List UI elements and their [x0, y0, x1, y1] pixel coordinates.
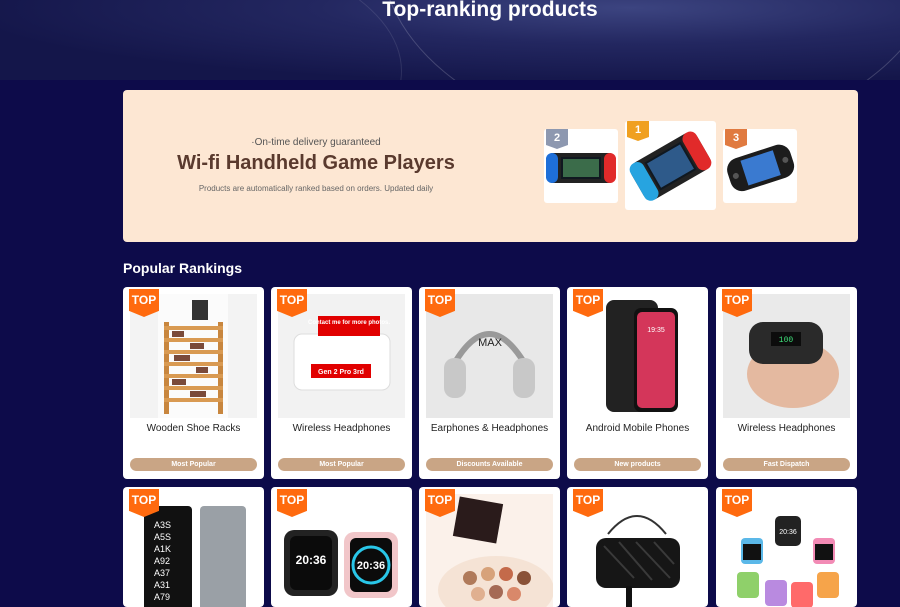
image-caption: A1K	[154, 544, 171, 554]
image-caption: 20:36	[779, 529, 797, 536]
product-name[interactable]: Earphones & Headphones	[419, 423, 560, 434]
image-caption: A79	[154, 592, 170, 602]
image-caption: 100	[779, 336, 794, 345]
product-name[interactable]: Android Mobile Phones	[567, 423, 708, 434]
product-card[interactable]: Contact me for more photos. Gen 2 Pro 3r…	[271, 287, 412, 479]
product-card[interactable]: 100 TOP Wireless Headphones Fast Dispatc…	[716, 287, 857, 479]
image-caption: 19:35	[647, 327, 665, 334]
product-card[interactable]: A3S A5S A1K A92 A37 A31 A79 TOP	[123, 487, 264, 607]
product-card[interactable]: TOP	[567, 487, 708, 607]
image-caption: Contact me for more photos.	[308, 320, 390, 326]
banner-note: Products are automatically ranked based …	[198, 184, 434, 193]
product-tag-pill[interactable]: Discounts Available	[426, 458, 553, 471]
ranked-product-3[interactable]: 3	[723, 129, 797, 203]
product-name[interactable]: Wireless Headphones	[271, 423, 412, 434]
category-banner[interactable]: ·On-time delivery guaranteed Wi-fi Handh…	[123, 90, 858, 242]
banner-title[interactable]: Wi-fi Handheld Game Players	[123, 152, 509, 175]
image-caption: MAX	[478, 337, 503, 349]
image-caption: 20:36	[357, 560, 385, 572]
section-title: Popular Rankings	[123, 260, 243, 276]
image-caption: 20:36	[296, 553, 327, 567]
product-name[interactable]: Wooden Shoe Racks	[123, 423, 264, 434]
rank-badge-2: 2	[546, 129, 568, 149]
banner-subtitle: ·On-time delivery guaranteed	[251, 137, 381, 148]
product-tag-pill[interactable]: Most Popular	[278, 458, 405, 471]
image-caption: A92	[154, 556, 170, 566]
product-tag-pill[interactable]: Fast Dispatch	[723, 458, 850, 471]
product-card[interactable]: MAX TOP Earphones & Headphones Discounts…	[419, 287, 560, 479]
page-title: Top-ranking products	[382, 0, 598, 21]
product-card[interactable]: 20:36 TOP	[716, 487, 857, 607]
product-card[interactable]: 20:36 20:36 TOP	[271, 487, 412, 607]
product-name[interactable]: Wireless Headphones	[716, 423, 857, 434]
product-card[interactable]: 19:35 TOP Android Mobile Phones New prod…	[567, 287, 708, 479]
ranked-product-1[interactable]: 1	[625, 121, 716, 210]
image-caption: Gen 2 Pro 3rd	[318, 369, 364, 376]
product-card[interactable]: TOP	[419, 487, 560, 607]
rank-badge-3: 3	[725, 129, 747, 149]
hero-header: Top-ranking products	[0, 0, 900, 80]
image-caption: A37	[154, 568, 170, 578]
image-caption: A31	[154, 580, 170, 590]
image-caption: A5S	[154, 532, 171, 542]
ranked-product-2[interactable]: 2	[544, 129, 618, 203]
product-tag-pill[interactable]: New products	[574, 458, 701, 471]
product-tag-pill[interactable]: Most Popular	[130, 458, 257, 471]
rank-badge-1: 1	[627, 121, 649, 141]
product-card[interactable]: TOP Wooden Shoe Racks Most Popular	[123, 287, 264, 479]
image-caption: A3S	[154, 520, 171, 530]
